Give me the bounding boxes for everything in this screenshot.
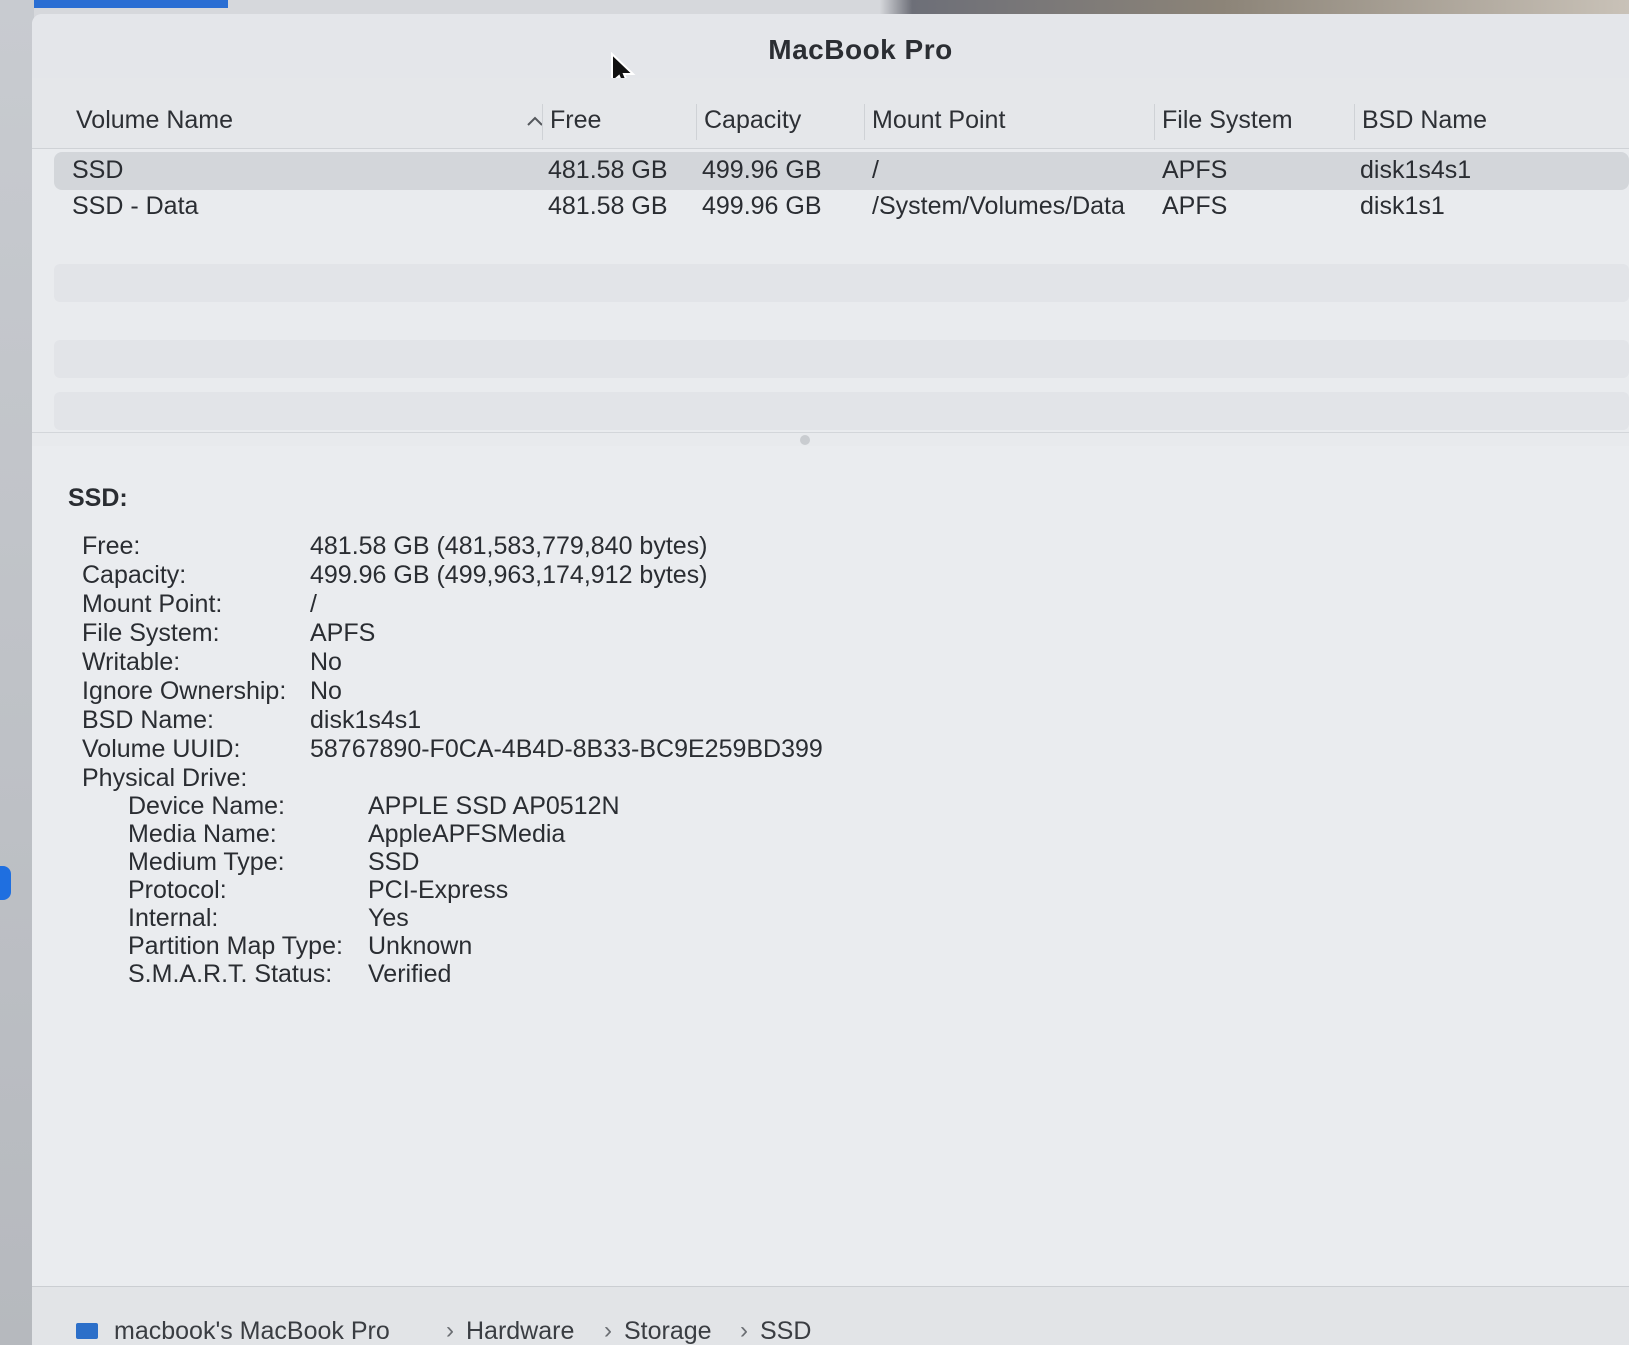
background-blue-bar xyxy=(0,0,228,8)
cell-file-system: APFS xyxy=(1162,192,1228,220)
divider-handle-icon[interactable] xyxy=(800,435,810,445)
chevron-right-icon: › xyxy=(740,1317,748,1344)
chevron-right-icon: › xyxy=(446,1317,454,1344)
scroll-indicator xyxy=(0,866,11,900)
title-bar[interactable]: MacBook Pro xyxy=(32,14,1629,78)
volume-table: SSD 481.58 GB 499.96 GB / APFS disk1s4s1… xyxy=(54,150,1629,430)
field-value: PCI-Express xyxy=(368,876,509,904)
cell-free: 481.58 GB xyxy=(548,192,668,220)
field-value: disk1s4s1 xyxy=(310,706,422,734)
field-label: Physical Drive: xyxy=(82,764,248,792)
field-label: File System: xyxy=(82,619,220,647)
empty-row-stripe xyxy=(54,264,1629,302)
column-separator[interactable] xyxy=(1154,104,1155,140)
column-header-mount-point[interactable]: Mount Point xyxy=(872,106,1005,135)
cell-capacity: 499.96 GB xyxy=(702,192,822,220)
cell-file-system: APFS xyxy=(1162,156,1228,184)
path-bar: macbook's MacBook Pro › Hardware › Stora… xyxy=(32,1286,1629,1345)
split-view-divider[interactable] xyxy=(32,432,1629,447)
field-label: Volume UUID: xyxy=(82,735,241,763)
column-header-file-system[interactable]: File System xyxy=(1162,106,1293,135)
column-separator[interactable] xyxy=(696,104,697,140)
field-value: AppleAPFSMedia xyxy=(368,820,566,848)
adjacent-window-edge xyxy=(0,0,34,1345)
field-value: Yes xyxy=(368,904,409,932)
window-title: MacBook Pro xyxy=(768,34,953,65)
column-header-free[interactable]: Free xyxy=(550,106,601,135)
field-value: 499.96 GB (499,963,174,912 bytes) xyxy=(310,561,708,589)
chevron-right-icon: › xyxy=(604,1317,612,1344)
path-item-ssd[interactable]: SSD xyxy=(760,1317,811,1345)
field-label: S.M.A.R.T. Status: xyxy=(128,960,333,988)
column-header-bsd-name[interactable]: BSD Name xyxy=(1362,106,1487,135)
field-label: Partition Map Type: xyxy=(128,932,343,960)
computer-icon xyxy=(76,1323,98,1339)
column-separator[interactable] xyxy=(1354,104,1355,140)
field-value: No xyxy=(310,677,342,705)
empty-row-stripe xyxy=(54,392,1629,430)
column-header-volume-name[interactable]: Volume Name xyxy=(76,106,233,135)
field-label: Medium Type: xyxy=(128,848,285,876)
field-label: Ignore Ownership: xyxy=(82,677,287,705)
cell-volume-name: SSD xyxy=(72,156,124,184)
field-value: Unknown xyxy=(368,932,473,960)
column-separator[interactable] xyxy=(864,104,865,140)
field-value: APFS xyxy=(310,619,376,647)
field-value: APPLE SSD AP0512N xyxy=(368,792,620,820)
cell-mount-point: /System/Volumes/Data xyxy=(872,192,1125,220)
field-value: Verified xyxy=(368,960,452,988)
field-label: Mount Point: xyxy=(82,590,223,618)
cell-bsd-name: disk1s1 xyxy=(1360,192,1445,220)
field-label: Capacity: xyxy=(82,561,187,589)
cell-free: 481.58 GB xyxy=(548,156,668,184)
empty-row-stripe xyxy=(54,340,1629,378)
volume-detail-pane: SSD: Free: 481.58 GB (481,583,779,840 by… xyxy=(32,446,1629,1286)
volume-table-header: Volume Name Free Capacity Mount Point Fi… xyxy=(32,78,1629,149)
field-label: Device Name: xyxy=(128,792,285,820)
table-row[interactable]: SSD - Data 481.58 GB 499.96 GB /System/V… xyxy=(54,188,1629,226)
field-value: 58767890-F0CA-4B4D-8B33-BC9E259BD399 xyxy=(310,735,823,763)
field-label: Media Name: xyxy=(128,820,277,848)
cell-mount-point: / xyxy=(872,156,879,184)
field-value: No xyxy=(310,648,342,676)
field-value: / xyxy=(310,590,317,618)
path-item-computer[interactable]: macbook's MacBook Pro xyxy=(114,1317,390,1345)
detail-title: SSD: xyxy=(68,484,128,512)
field-value: 481.58 GB (481,583,779,840 bytes) xyxy=(310,532,708,560)
path-item-hardware[interactable]: Hardware xyxy=(466,1317,574,1345)
field-label: Writable: xyxy=(82,648,181,676)
column-separator[interactable] xyxy=(542,104,543,140)
field-label: Free: xyxy=(82,532,141,560)
path-item-storage[interactable]: Storage xyxy=(624,1317,712,1345)
field-label: Protocol: xyxy=(128,876,227,904)
cell-bsd-name: disk1s4s1 xyxy=(1360,156,1472,184)
column-header-capacity[interactable]: Capacity xyxy=(704,106,801,135)
field-label: Internal: xyxy=(128,904,219,932)
system-information-window: MacBook Pro Volume Name Free Capacity Mo… xyxy=(32,14,1629,1345)
field-label: BSD Name: xyxy=(82,706,214,734)
cell-capacity: 499.96 GB xyxy=(702,156,822,184)
cell-volume-name: SSD - Data xyxy=(72,192,199,220)
table-row[interactable]: SSD 481.58 GB 499.96 GB / APFS disk1s4s1 xyxy=(54,152,1629,190)
field-value: SSD xyxy=(368,848,420,876)
